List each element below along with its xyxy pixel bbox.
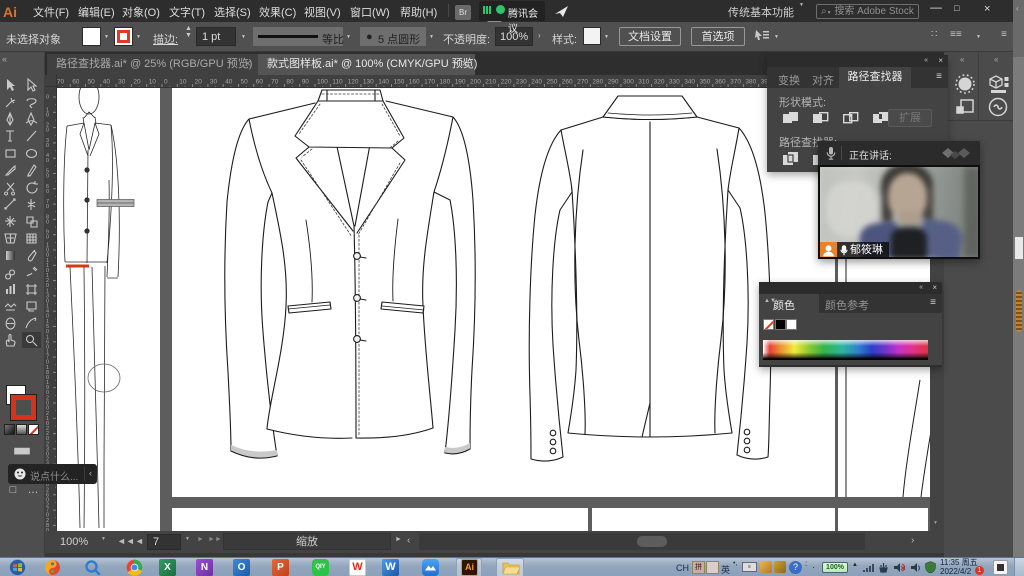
svg-text:170: 170 [424, 79, 435, 86]
svg-text:30: 30 [210, 79, 218, 86]
svg-text:0: 0 [46, 189, 49, 195]
svg-text:70: 70 [271, 79, 279, 86]
svg-text:200: 200 [470, 79, 481, 86]
svg-text:140: 140 [378, 79, 389, 86]
svg-text:0: 0 [46, 158, 49, 164]
svg-text:370: 370 [730, 79, 741, 86]
svg-text:270: 270 [577, 79, 588, 86]
svg-text:230: 230 [516, 79, 527, 86]
svg-text:160: 160 [409, 79, 420, 86]
svg-text:90: 90 [302, 79, 310, 86]
svg-text:350: 350 [700, 79, 711, 86]
svg-text:10: 10 [179, 79, 187, 86]
svg-text:80: 80 [286, 79, 294, 86]
svg-text:0: 0 [164, 79, 168, 86]
svg-text:130: 130 [363, 79, 374, 86]
svg-text:110: 110 [332, 79, 343, 86]
svg-text:360: 360 [715, 79, 726, 86]
svg-text:0: 0 [46, 95, 49, 101]
svg-text:0: 0 [46, 143, 49, 149]
svg-text:0: 0 [46, 128, 49, 134]
svg-text:280: 280 [592, 79, 603, 86]
svg-text:20: 20 [133, 79, 141, 86]
svg-text:0: 0 [46, 235, 49, 241]
svg-text:340: 340 [684, 79, 695, 86]
svg-text:20: 20 [195, 79, 203, 86]
svg-text:150: 150 [394, 79, 405, 86]
svg-text:0: 0 [46, 112, 49, 118]
svg-text:120: 120 [348, 79, 359, 86]
svg-text:190: 190 [455, 79, 466, 86]
svg-text:330: 330 [669, 79, 680, 86]
svg-text:210: 210 [485, 79, 496, 86]
svg-text:60: 60 [256, 79, 264, 86]
svg-text:10: 10 [149, 79, 157, 86]
svg-text:50: 50 [88, 79, 96, 86]
svg-text:70: 70 [57, 79, 65, 86]
svg-text:0: 0 [46, 204, 49, 210]
svg-text:380: 380 [745, 79, 756, 86]
svg-text:320: 320 [654, 79, 665, 86]
svg-text:290: 290 [608, 79, 619, 86]
svg-text:250: 250 [547, 79, 558, 86]
svg-text:260: 260 [562, 79, 573, 86]
svg-text:40: 40 [225, 79, 233, 86]
svg-text:0: 0 [46, 219, 49, 225]
svg-text:100: 100 [317, 79, 328, 86]
svg-text:240: 240 [531, 79, 542, 86]
svg-text:220: 220 [501, 79, 512, 86]
svg-text:300: 300 [623, 79, 634, 86]
svg-text:0: 0 [46, 174, 49, 180]
svg-text:50: 50 [241, 79, 249, 86]
svg-text:60: 60 [72, 79, 80, 86]
svg-text:180: 180 [439, 79, 450, 86]
svg-text:40: 40 [103, 79, 111, 86]
svg-text:30: 30 [118, 79, 126, 86]
svg-text:310: 310 [638, 79, 649, 86]
